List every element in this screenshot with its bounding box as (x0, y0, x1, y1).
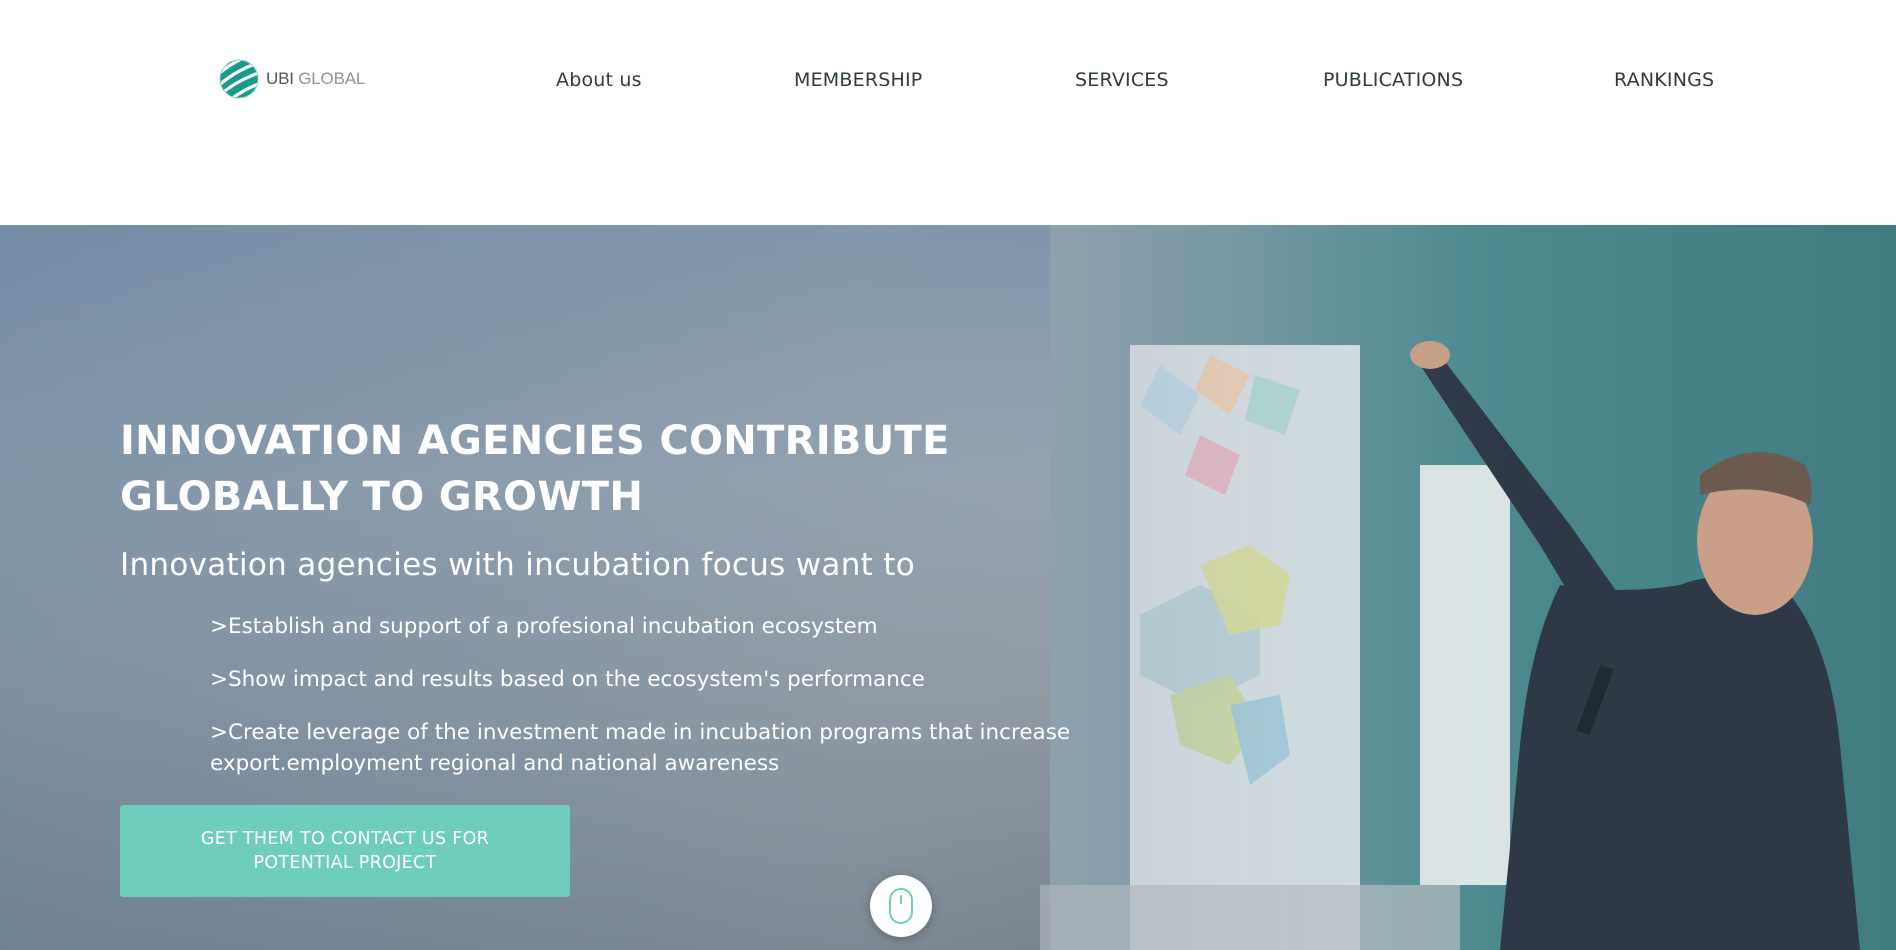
list-item: >Create leverage of the investment made … (210, 720, 1071, 776)
list-item: >Show impact and results based on the ec… (210, 667, 925, 692)
contact-cta-button[interactable]: GET THEM TO CONTACT US FOR POTENTIAL PRO… (120, 805, 570, 897)
hero-title: INNOVATION AGENCIES CONTRIBUTE GLOBALLY … (120, 418, 950, 520)
list-item: >Establish and support of a profesional … (210, 614, 878, 639)
site-header: UBI GLOBAL About us MEMBERSHIP SERVICES … (0, 0, 1896, 225)
nav-item-services[interactable]: SERVICES (1075, 69, 1169, 91)
nav-item-publications[interactable]: PUBLICATIONS (1323, 69, 1463, 91)
hero-section: INNOVATION AGENCIES CONTRIBUTE GLOBALLY … (0, 225, 1896, 950)
hero-bullet-list: >Establish and support of a profesional … (210, 611, 1210, 801)
nav-item-about-us[interactable]: About us (556, 69, 642, 91)
main-nav: About us MEMBERSHIP SERVICES PUBLICATION… (0, 69, 1896, 95)
nav-item-rankings[interactable]: RANKINGS (1614, 69, 1714, 91)
nav-item-membership[interactable]: MEMBERSHIP (794, 69, 922, 91)
scroll-down-button[interactable] (870, 875, 932, 937)
mouse-scroll-icon (889, 888, 913, 924)
hero-subtitle: Innovation agencies with incubation focu… (120, 547, 915, 583)
